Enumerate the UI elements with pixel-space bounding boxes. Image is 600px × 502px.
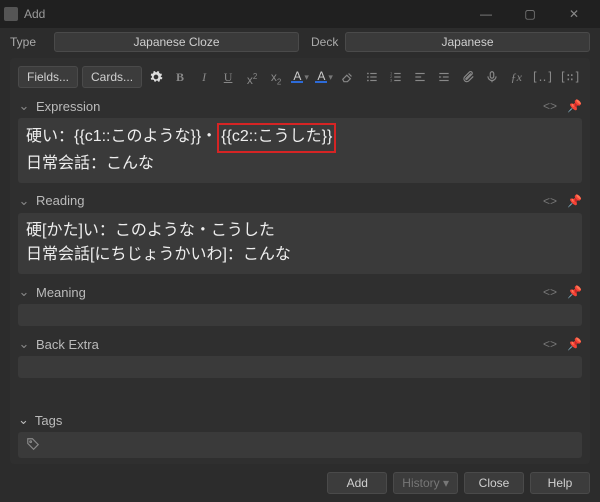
highlight-color-icon[interactable]: A ▾ (314, 66, 334, 88)
pin-icon[interactable]: 📌 (567, 285, 582, 299)
reading-input[interactable]: 硬[かた]い：このような・こうした 日常会話[にちじょうかいわ]：こんな (18, 213, 582, 275)
cloze-icon[interactable]: [‥] (530, 66, 554, 88)
editor-panel: Fields... Cards... B I U x2 x2 A ▾ A ▾ (10, 58, 590, 464)
chevron-down-icon[interactable]: ⌄ (18, 412, 29, 428)
fields-button[interactable]: Fields... (18, 66, 78, 88)
eraser-icon[interactable] (338, 66, 358, 88)
back-extra-input[interactable] (18, 356, 582, 378)
pin-icon[interactable]: 📌 (567, 194, 582, 208)
tags-label: Tags (35, 413, 62, 428)
ordered-list-icon[interactable]: 123 (386, 66, 406, 88)
deck-label: Deck (305, 35, 339, 49)
field-expression: ⌄ Expression <> 📌 硬い：{{c1::このような}}・{{c2:… (18, 98, 582, 183)
indent-icon[interactable] (434, 66, 454, 88)
subscript-icon[interactable]: x2 (266, 66, 286, 88)
tags-input[interactable] (18, 432, 582, 458)
close-button[interactable]: Close (464, 472, 524, 494)
align-icon[interactable] (410, 66, 430, 88)
expression-input[interactable]: 硬い：{{c1::このような}}・{{c2::こうした}} 日常会話：こんな (18, 118, 582, 183)
chevron-down-icon[interactable]: ⌄ (18, 98, 30, 114)
help-button[interactable]: Help (530, 472, 590, 494)
equation-icon[interactable]: ƒx (506, 66, 526, 88)
field-back-extra: ⌄ Back Extra <> 📌 (18, 336, 582, 378)
attachment-icon[interactable] (458, 66, 478, 88)
unordered-list-icon[interactable] (362, 66, 382, 88)
chevron-down-icon[interactable]: ⌄ (18, 193, 30, 209)
pin-icon[interactable]: 📌 (567, 99, 582, 113)
underline-icon[interactable]: U (218, 66, 238, 88)
field-label: Meaning (36, 285, 533, 300)
cards-button[interactable]: Cards... (82, 66, 142, 88)
type-label: Type (10, 35, 48, 49)
minimize-button[interactable]: — (464, 0, 508, 28)
maximize-button[interactable]: ▢ (508, 0, 552, 28)
microphone-icon[interactable] (482, 66, 502, 88)
field-label: Expression (36, 99, 533, 114)
field-meaning: ⌄ Meaning <> 📌 (18, 284, 582, 326)
chevron-down-icon[interactable]: ⌄ (18, 284, 30, 300)
gear-icon[interactable] (146, 66, 166, 88)
meaning-input[interactable] (18, 304, 582, 326)
svg-text:3: 3 (390, 79, 392, 83)
reading-text-line1: 硬[かた]い：このような・こうした (26, 219, 574, 244)
close-window-button[interactable]: ✕ (552, 0, 596, 28)
bottom-bar: Add History ▾ Close Help (0, 464, 600, 502)
html-toggle-icon[interactable]: <> (543, 99, 557, 113)
type-select[interactable]: Japanese Cloze (54, 32, 299, 52)
type-deck-row: Type Japanese Cloze Deck Japanese (0, 28, 600, 58)
reading-text-line2: 日常会話[にちじょうかいわ]：こんな (26, 243, 574, 268)
tag-icon (26, 437, 40, 454)
html-toggle-icon[interactable]: <> (543, 194, 557, 208)
deck-select[interactable]: Japanese (345, 32, 590, 52)
field-label: Back Extra (36, 337, 533, 352)
html-toggle-icon[interactable]: <> (543, 285, 557, 299)
italic-icon[interactable]: I (194, 66, 214, 88)
chevron-down-icon[interactable]: ⌄ (18, 336, 30, 352)
add-button[interactable]: Add (327, 472, 387, 494)
pin-icon[interactable]: 📌 (567, 337, 582, 351)
app-icon (4, 7, 18, 21)
html-toggle-icon[interactable]: <> (543, 337, 557, 351)
expression-text-line2: 日常会話：こんな (26, 152, 574, 177)
expression-highlight-c2: {{c2::こうした}} (217, 123, 336, 153)
cloze-same-icon[interactable]: [∷] (558, 66, 582, 88)
bold-icon[interactable]: B (170, 66, 190, 88)
history-button[interactable]: History ▾ (393, 472, 458, 494)
expression-text-part1: 硬い：{{c1::このような}}・ (26, 128, 217, 145)
window-title: Add (24, 7, 464, 21)
superscript-icon[interactable]: x2 (242, 66, 262, 88)
titlebar: Add — ▢ ✕ (0, 0, 600, 28)
toolbar: Fields... Cards... B I U x2 x2 A ▾ A ▾ (18, 66, 582, 88)
field-label: Reading (36, 193, 533, 208)
text-color-icon[interactable]: A ▾ (290, 66, 310, 88)
field-reading: ⌄ Reading <> 📌 硬[かた]い：このような・こうした 日常会話[にち… (18, 193, 582, 275)
